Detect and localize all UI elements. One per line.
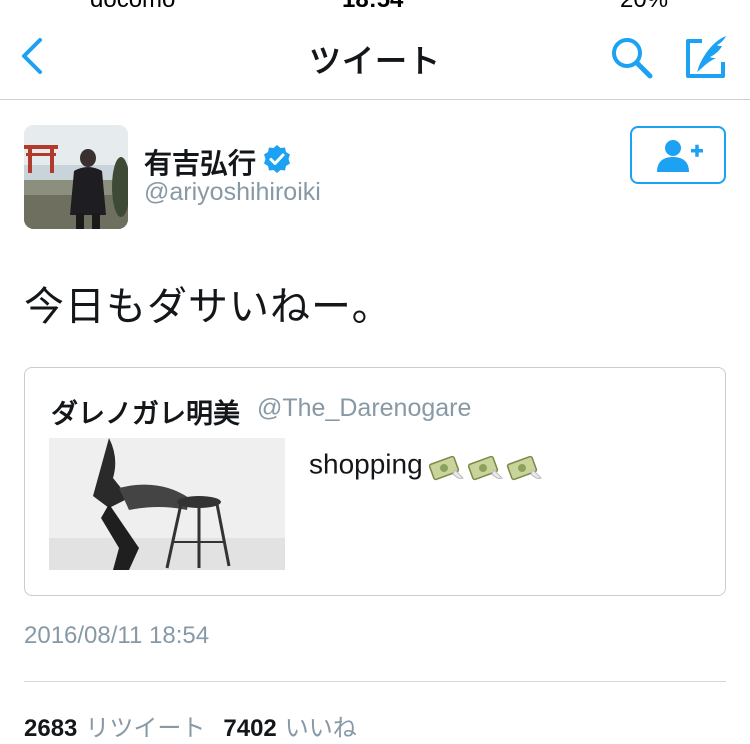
status-bar: docomo 18:54 20% [0,0,750,14]
author-handle[interactable]: @ariyoshihiroiki [144,178,321,207]
quoted-media-thumbnail[interactable] [49,438,285,570]
tweet-stats: 2683 リツイート 7402 いいね [24,708,375,743]
divider [24,681,726,682]
avatar-photo [24,125,128,229]
quoted-author-name: ダレノガレ明美 [51,399,240,429]
retweet-stat[interactable]: 2683 リツイート [24,715,223,742]
retweet-label: リツイート [85,715,206,742]
quoted-author-handle: @The_Darenogare [257,394,472,422]
like-label: いいね [284,715,357,742]
tweet-timestamp: 2016/08/11 18:54 [24,622,210,649]
quoted-tweet-card[interactable]: ダレノガレ明美 @The_Darenogare shopping [24,367,726,596]
search-button[interactable] [608,34,656,82]
quoted-tweet-text: shopping [309,448,543,484]
follow-button[interactable] [630,126,726,184]
status-time: 18:54 [342,0,403,14]
compose-icon [686,36,726,78]
navigation-bar: ツイート [0,14,750,100]
compose-button[interactable] [682,32,732,82]
add-user-icon [657,140,703,172]
avatar[interactable] [24,125,128,229]
author-name[interactable]: 有吉弘行 [144,142,256,182]
battery-label: 20% [620,0,668,14]
money-with-wings-icon [428,455,542,481]
retweet-count: 2683 [24,715,78,742]
like-stat[interactable]: 7402 いいね [223,715,374,742]
quoted-text-content: shopping [309,448,423,480]
carrier-label: docomo [90,0,175,14]
like-count: 7402 [223,715,277,742]
search-icon [612,38,653,79]
quoted-photo [49,438,285,570]
tweet-text: 今日もダサいねー。 [24,285,393,329]
verified-badge-icon [264,145,290,173]
